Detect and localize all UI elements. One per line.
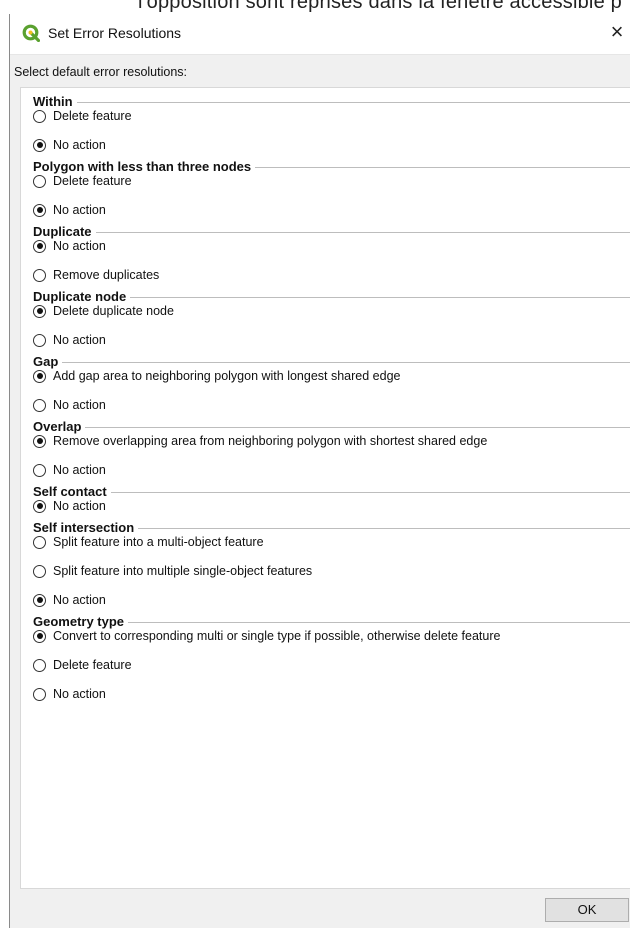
radio-gap-no-action[interactable]: No action [33, 398, 106, 412]
radio-label: No action [53, 333, 106, 347]
group-label-within: Within [33, 94, 75, 109]
radio-label: Split feature into a multi-object featur… [53, 535, 264, 549]
group-divider [111, 492, 630, 493]
radio-within-delete-feature[interactable]: Delete feature [33, 109, 132, 123]
radio-button[interactable] [33, 535, 46, 549]
group-label-geometry-type: Geometry type [33, 614, 127, 629]
group-label-polygon-with-less-than-three-nodes: Polygon with less than three nodes [33, 159, 254, 174]
radio-button[interactable] [33, 463, 46, 477]
qgis-icon [22, 24, 40, 42]
radio-button[interactable] [33, 629, 46, 643]
radio-label: No action [53, 593, 106, 607]
radio-duplicate-node-no-action[interactable]: No action [33, 333, 106, 347]
group-divider [130, 297, 630, 298]
ok-button[interactable]: OK [545, 898, 629, 922]
radio-button[interactable] [33, 268, 46, 282]
radio-label: Remove duplicates [53, 268, 160, 282]
radio-button[interactable] [33, 333, 46, 347]
group-divider [85, 427, 630, 428]
instruction-label: Select default error resolutions: [14, 65, 188, 79]
group-label-self-contact: Self contact [33, 484, 109, 499]
radio-button[interactable] [33, 109, 46, 123]
radio-button[interactable] [33, 593, 46, 607]
radio-button[interactable] [33, 174, 46, 188]
radio-button[interactable] [33, 499, 46, 513]
radio-overlap-remove-overlapping-area-from-neighboring-polygon-with-shortest-shared-edge[interactable]: Remove overlapping area from neighboring… [33, 434, 487, 448]
dialog-footer: OK [10, 858, 630, 928]
radio-overlap-no-action[interactable]: No action [33, 463, 106, 477]
radio-button[interactable] [33, 304, 46, 318]
radio-label: No action [53, 239, 106, 253]
radio-label: Delete feature [53, 658, 132, 672]
radio-button[interactable] [33, 687, 46, 701]
radio-polygon-with-less-than-three-nodes-no-action[interactable]: No action [33, 203, 106, 217]
radio-label: Delete feature [53, 174, 132, 188]
radio-label: No action [53, 499, 106, 513]
background-document-text: l'opposition sont reprises dans la fenêt… [0, 0, 630, 14]
radio-duplicate-no-action[interactable]: No action [33, 239, 106, 253]
group-divider [255, 167, 630, 168]
radio-self-intersection-no-action[interactable]: No action [33, 593, 106, 607]
close-icon: × [610, 19, 624, 44]
radio-gap-add-gap-area-to-neighboring-polygon-with-longest-shared-edge[interactable]: Add gap area to neighboring polygon with… [33, 369, 400, 383]
dialog-title: Set Error Resolutions [48, 25, 182, 41]
group-divider [77, 102, 630, 103]
radio-button[interactable] [33, 203, 46, 217]
radio-within-no-action[interactable]: No action [33, 138, 106, 152]
radio-geometry-type-delete-feature[interactable]: Delete feature [33, 658, 132, 672]
group-label-self-intersection: Self intersection [33, 520, 137, 535]
radio-button[interactable] [33, 239, 46, 253]
radio-label: Delete feature [53, 109, 132, 123]
radio-duplicate-node-delete-duplicate-node[interactable]: Delete duplicate node [33, 304, 174, 318]
close-button[interactable]: × [604, 18, 630, 46]
background-text: l'opposition sont reprises dans la fenêt… [138, 0, 622, 13]
radio-label: No action [53, 138, 106, 152]
group-label-duplicate-node: Duplicate node [33, 289, 129, 304]
group-divider [62, 362, 630, 363]
radio-self-intersection-split-feature-into-a-multi-object-feature[interactable]: Split feature into a multi-object featur… [33, 535, 264, 549]
radio-button[interactable] [33, 564, 46, 578]
radio-geometry-type-convert-to-corresponding-multi-or-single-type-if-possible-otherwise-delete-feature[interactable]: Convert to corresponding multi or single… [33, 629, 500, 643]
dialog-content: Select default error resolutions: Within… [10, 54, 630, 928]
radio-button[interactable] [33, 658, 46, 672]
radio-self-contact-no-action[interactable]: No action [33, 499, 106, 513]
radio-button[interactable] [33, 398, 46, 412]
set-error-resolutions-dialog: Set Error Resolutions × Select default e… [9, 14, 630, 928]
group-label-gap: Gap [33, 354, 61, 369]
radio-label: No action [53, 687, 106, 701]
group-divider [138, 528, 630, 529]
radio-label: Convert to corresponding multi or single… [53, 629, 501, 643]
radio-duplicate-remove-duplicates[interactable]: Remove duplicates [33, 268, 159, 282]
resolutions-panel: Within Delete feature No action Polygon wit… [20, 87, 630, 889]
radio-self-intersection-split-feature-into-multiple-single-object-features[interactable]: Split feature into multiple single-objec… [33, 564, 312, 578]
radio-geometry-type-no-action[interactable]: No action [33, 687, 106, 701]
radio-polygon-with-less-than-three-nodes-delete-feature[interactable]: Delete feature [33, 174, 132, 188]
radio-label: Remove overlapping area from neighboring… [53, 434, 488, 448]
radio-label: No action [53, 398, 106, 412]
group-label-overlap: Overlap [33, 419, 84, 434]
radio-button[interactable] [33, 369, 46, 383]
group-divider [128, 622, 630, 623]
radio-label: Add gap area to neighboring polygon with… [53, 369, 401, 383]
group-divider [96, 232, 630, 233]
group-label-duplicate: Duplicate [33, 224, 94, 239]
radio-button[interactable] [33, 138, 46, 152]
radio-label: Split feature into multiple single-objec… [53, 564, 313, 578]
title-bar: Set Error Resolutions × [10, 14, 630, 54]
radio-button[interactable] [33, 434, 46, 448]
radio-label: No action [53, 203, 106, 217]
radio-label: No action [53, 463, 106, 477]
radio-label: Delete duplicate node [53, 304, 174, 318]
